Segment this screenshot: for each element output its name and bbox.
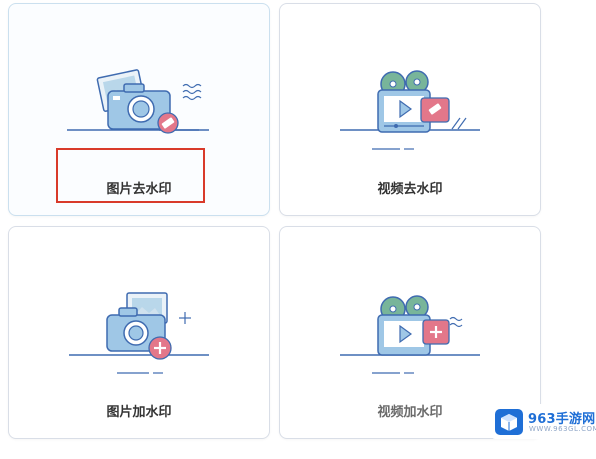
watermark-url: WWW.963GL.COM [529,425,596,433]
highlight-box [56,148,205,203]
card-label: 视频去水印 [377,182,443,197]
card-video-remove-watermark[interactable]: 视频去水印 [279,3,541,216]
card-label: 图片加水印 [106,405,172,420]
site-watermark: 963手游网 WWW.963GL.COM [492,404,596,439]
card-image-add-watermark[interactable]: 图片加水印 [8,226,270,439]
cube-logo-icon [495,409,523,435]
